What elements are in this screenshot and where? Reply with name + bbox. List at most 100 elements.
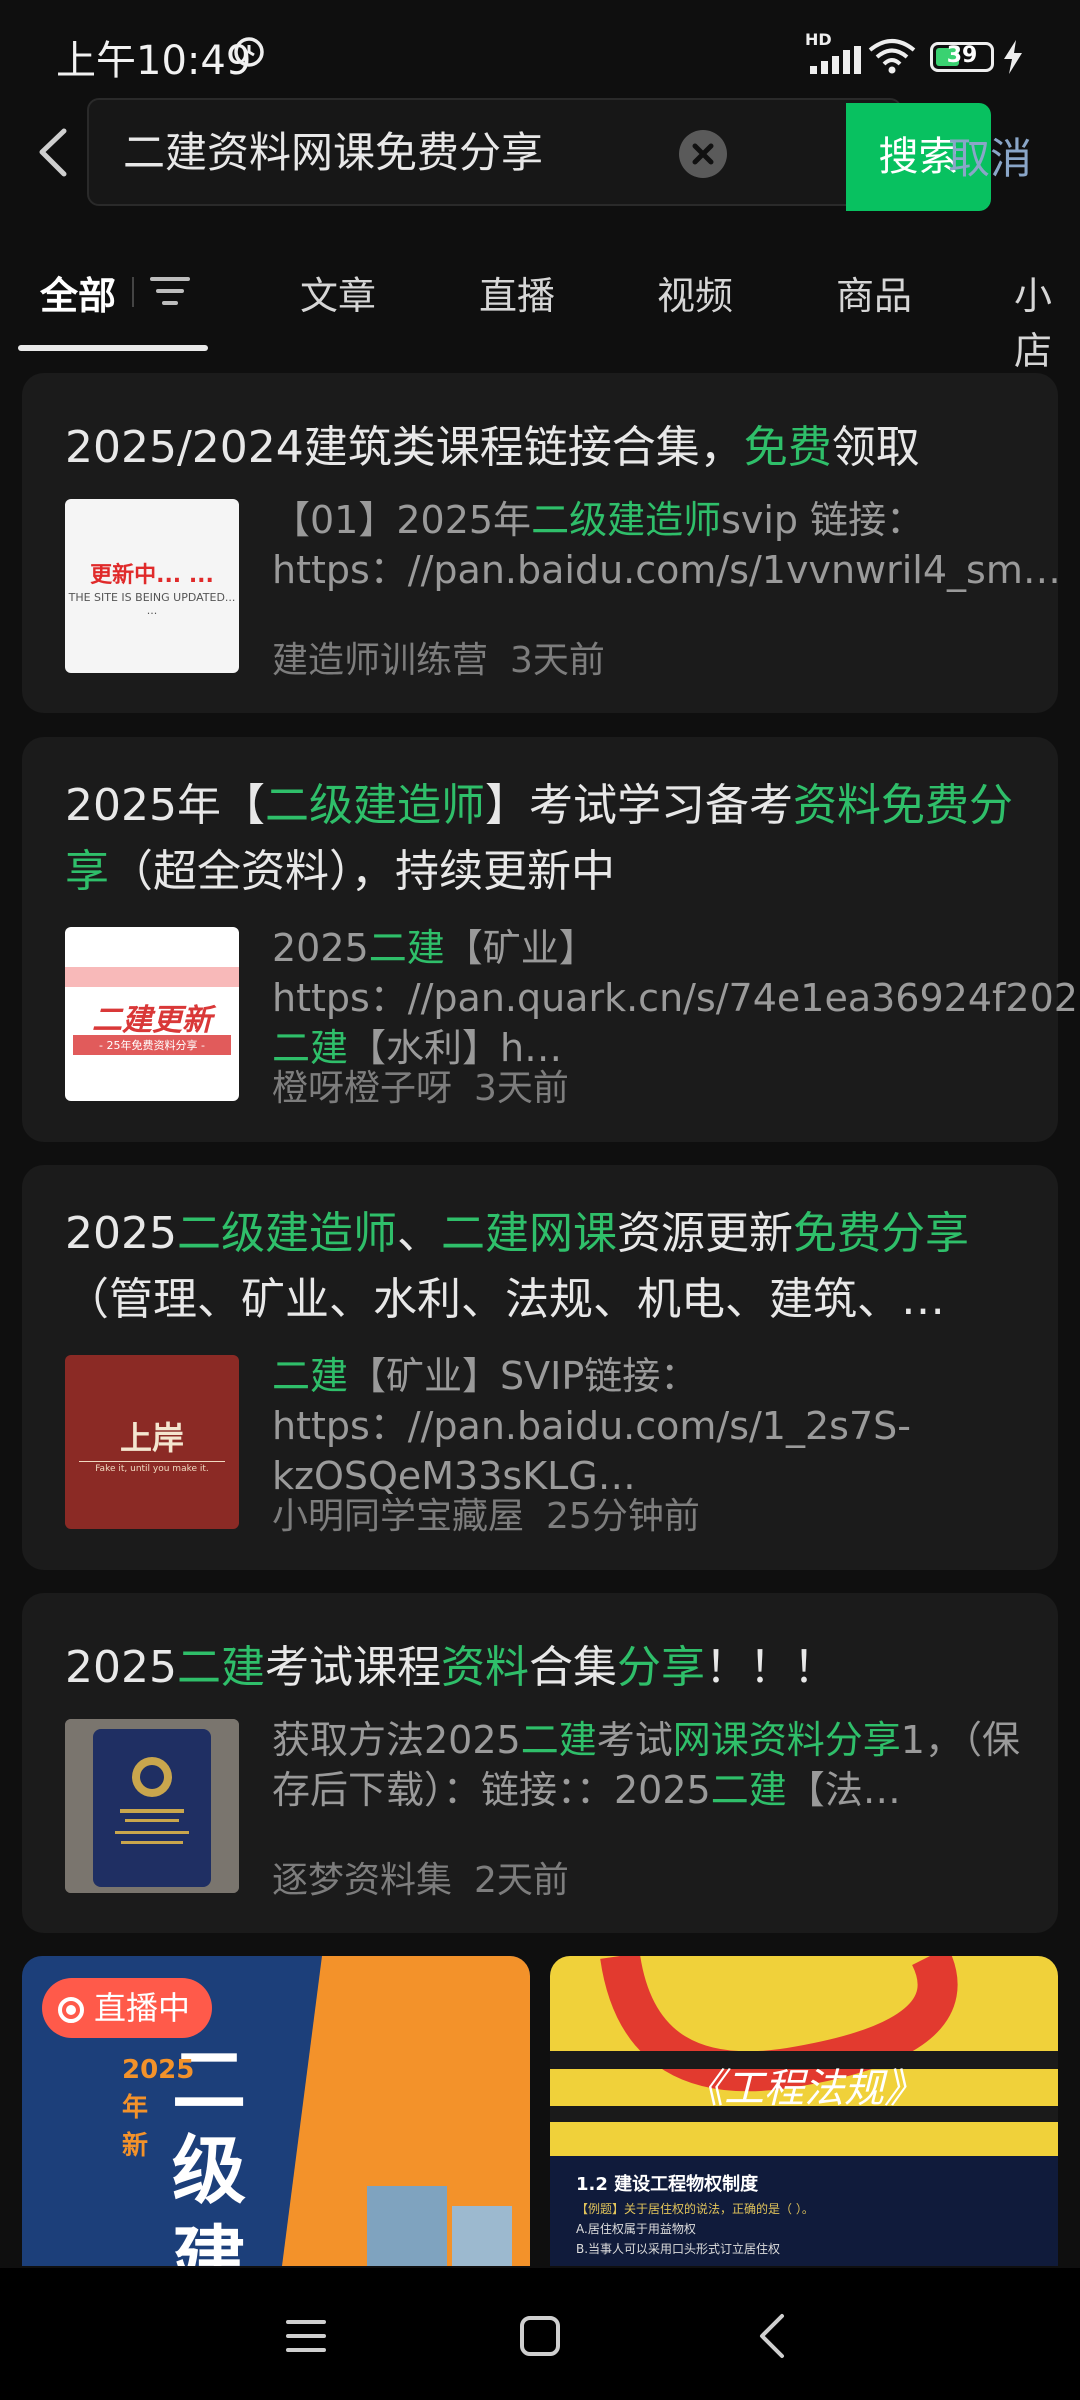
text-segment: （管理、矿业、水利、法规、机电、建筑、… bbox=[65, 1274, 945, 1325]
text-segment: 合集 bbox=[528, 1642, 617, 1693]
result-thumbnail bbox=[65, 1719, 239, 1893]
result-source[interactable]: 建造师训练营 bbox=[272, 640, 488, 681]
result-meta: 建造师训练营 3天前 bbox=[272, 631, 627, 683]
charging-icon bbox=[1004, 40, 1022, 74]
text-segment: 【法… bbox=[786, 1768, 901, 1812]
result-card[interactable]: 2025二级建造师、二建网课资源更新免费分享 （管理、矿业、水利、法规、机电、建筑… bbox=[22, 1165, 1058, 1570]
certificate-image bbox=[65, 1719, 239, 1893]
alarm-icon bbox=[234, 37, 264, 67]
tab-live[interactable]: 直播 bbox=[479, 265, 555, 320]
result-time: 25分钟前 bbox=[546, 1496, 700, 1537]
result-thumbnail: 上岸 Fake it, until you make it. bbox=[65, 1355, 239, 1529]
result-time: 3天前 bbox=[510, 640, 605, 681]
result-meta: 小明同学宝藏屋 25分钟前 bbox=[272, 1487, 722, 1539]
text-segment: 2025 bbox=[65, 1208, 177, 1259]
filter-icon[interactable] bbox=[148, 271, 192, 311]
result-thumbnail: 二建更新 - 25年免费资料分享 - bbox=[65, 927, 239, 1101]
thumbnail-band bbox=[65, 967, 239, 987]
clear-search-button[interactable] bbox=[679, 130, 727, 178]
search-row: 搜索 取消 bbox=[0, 95, 1080, 211]
highlighted-text: 二级建造师 bbox=[264, 780, 485, 831]
battery-level: 39 bbox=[946, 43, 978, 68]
highlighted-text: 二建网课 bbox=[440, 1208, 617, 1259]
cancel-button[interactable]: 取消 bbox=[948, 125, 1032, 186]
search-box[interactable]: 搜索 bbox=[87, 98, 991, 211]
result-meta: 逐梦资料集 2天前 bbox=[272, 1851, 591, 1903]
thumbnail-subtitle: THE SITE IS BEING UPDATED... ... bbox=[68, 591, 236, 617]
highlighted-text: 网课资料分享 bbox=[672, 1718, 901, 1762]
tab-shops[interactable]: 小店 bbox=[1014, 265, 1080, 375]
result-source[interactable]: 橙呀橙子呀 bbox=[272, 1068, 452, 1109]
cell-signal-icon bbox=[810, 46, 861, 74]
back-arrow-icon[interactable] bbox=[30, 125, 80, 180]
text-segment: 考试 bbox=[596, 1718, 673, 1762]
video-slide-option-b: B.当事人可以采用口头形式订立居住权 bbox=[576, 2242, 781, 2256]
highlighted-text: 二建 bbox=[520, 1718, 597, 1762]
video-card[interactable]: 《工程法规》 1.2 建设工程物权制度 【例题】关于居住权的说法，正确的是（ ）… bbox=[550, 1956, 1058, 2266]
highlighted-text: 二级建造师 bbox=[531, 498, 722, 542]
highlighted-text: 免费分享 bbox=[792, 1208, 969, 1259]
highlighted-text: 二建 bbox=[272, 1354, 349, 1398]
text-segment: ！！！ bbox=[704, 1642, 837, 1693]
highlighted-text: 分享 bbox=[616, 1642, 705, 1693]
text-segment: 】考试学习备考 bbox=[484, 780, 793, 831]
result-title: 2025年【二级建造师】考试学习备考资料免费分享（超全资料），持续更新中 bbox=[65, 773, 1025, 905]
highlighted-text: 二建 bbox=[710, 1768, 787, 1812]
result-source[interactable]: 逐梦资料集 bbox=[272, 1860, 452, 1901]
text-segment: 考试课程 bbox=[264, 1642, 441, 1693]
video-slide-option-a: A.居住权属于用益物权 bbox=[576, 2222, 696, 2236]
text-segment: 2025年【 bbox=[65, 780, 265, 831]
wifi-icon bbox=[868, 39, 916, 74]
live-stream-card[interactable]: 直播中 二级建 2025年新 bbox=[22, 1956, 530, 2266]
category-tabs: 全部 文章 直播 视频 商品 小店 bbox=[0, 235, 1080, 373]
tab-videos[interactable]: 视频 bbox=[657, 265, 733, 320]
text-segment: 【矿业】SVIP链接：https：//pan.baidu.com/s/1_2s7… bbox=[272, 1354, 911, 1498]
highlighted-text: 免费 bbox=[743, 422, 832, 473]
result-snippet: 二建【矿业】SVIP链接：https：//pan.baidu.com/s/1_2… bbox=[272, 1351, 1042, 1501]
result-title: 2025二级建造师、二建网课资源更新免费分享 （管理、矿业、水利、法规、机电、建筑… bbox=[65, 1201, 1025, 1333]
search-input[interactable] bbox=[121, 124, 685, 175]
thumbnail-subtitle: Fake it, until you make it. bbox=[79, 1461, 225, 1474]
result-meta: 橙呀橙子呀 3天前 bbox=[272, 1059, 591, 1111]
result-snippet: 【01】2025年二级建造师svip 链接：https：//pan.baidu.… bbox=[272, 495, 1061, 595]
close-icon bbox=[692, 143, 714, 165]
battery-icon: 39 bbox=[930, 42, 994, 72]
result-time: 3天前 bbox=[474, 1068, 569, 1109]
thumbnail-title: 上岸 bbox=[119, 1419, 184, 1457]
text-segment: 、 bbox=[396, 1208, 441, 1259]
result-time: 2天前 bbox=[474, 1860, 569, 1901]
result-card[interactable]: 2025/2024建筑类课程链接合集，免费领取 更新中... ... THE S… bbox=[22, 373, 1061, 713]
text-segment: 资源更新 bbox=[616, 1208, 793, 1259]
result-snippet: 2025二建【矿业】https：//pan.quark.cn/s/74e1ea3… bbox=[272, 923, 1080, 1073]
highlighted-text: 资料 bbox=[440, 1642, 529, 1693]
text-segment: 2025/2024建筑类课程链接合集， bbox=[65, 422, 744, 473]
live-badge: 直播中 bbox=[42, 1978, 213, 2038]
tab-products[interactable]: 商品 bbox=[836, 265, 912, 320]
back-icon[interactable] bbox=[746, 2308, 802, 2364]
system-nav-bar bbox=[0, 2268, 1080, 2400]
text-segment: 2025 bbox=[272, 926, 369, 970]
highlighted-text: 二建 bbox=[176, 1642, 265, 1693]
result-source[interactable]: 小明同学宝藏屋 bbox=[272, 1496, 524, 1537]
live-badge-label: 直播中 bbox=[94, 1989, 191, 2027]
tab-all[interactable]: 全部 bbox=[40, 265, 116, 320]
thumbnail-title: 更新中... ... bbox=[90, 563, 214, 588]
video-cover-title: 《工程法规》 bbox=[684, 2066, 924, 2112]
thumbnail-title: 二建更新 bbox=[92, 1003, 212, 1038]
highlighted-text: 二级建造师 bbox=[176, 1208, 397, 1259]
live-indicator-icon bbox=[58, 1997, 84, 2023]
tab-divider bbox=[132, 277, 134, 307]
result-snippet: 获取方法2025二建考试网课资料分享1，（保存后下载）：链接：：2025二建【法… bbox=[272, 1715, 1042, 1815]
tab-articles[interactable]: 文章 bbox=[300, 265, 376, 320]
result-card[interactable]: 2025二建考试课程资料合集分享！！！ 获取方法2025二建考试网课资料分享1，… bbox=[22, 1593, 1058, 1933]
menu-icon[interactable] bbox=[278, 2308, 334, 2364]
result-thumbnail: 更新中... ... THE SITE IS BEING UPDATED... … bbox=[65, 499, 239, 673]
result-title: 2025/2024建筑类课程链接合集，免费领取 bbox=[65, 415, 1025, 481]
result-card[interactable]: 2025年【二级建造师】考试学习备考资料免费分享（超全资料），持续更新中 二建更… bbox=[22, 737, 1080, 1142]
highlighted-text: 二建 bbox=[368, 926, 445, 970]
text-segment: 【01】2025年 bbox=[272, 498, 532, 542]
home-icon[interactable] bbox=[512, 2308, 568, 2364]
active-tab-indicator bbox=[18, 345, 208, 351]
text-segment: 获取方法2025 bbox=[272, 1718, 521, 1762]
result-title: 2025二建考试课程资料合集分享！！！ bbox=[65, 1635, 1025, 1701]
